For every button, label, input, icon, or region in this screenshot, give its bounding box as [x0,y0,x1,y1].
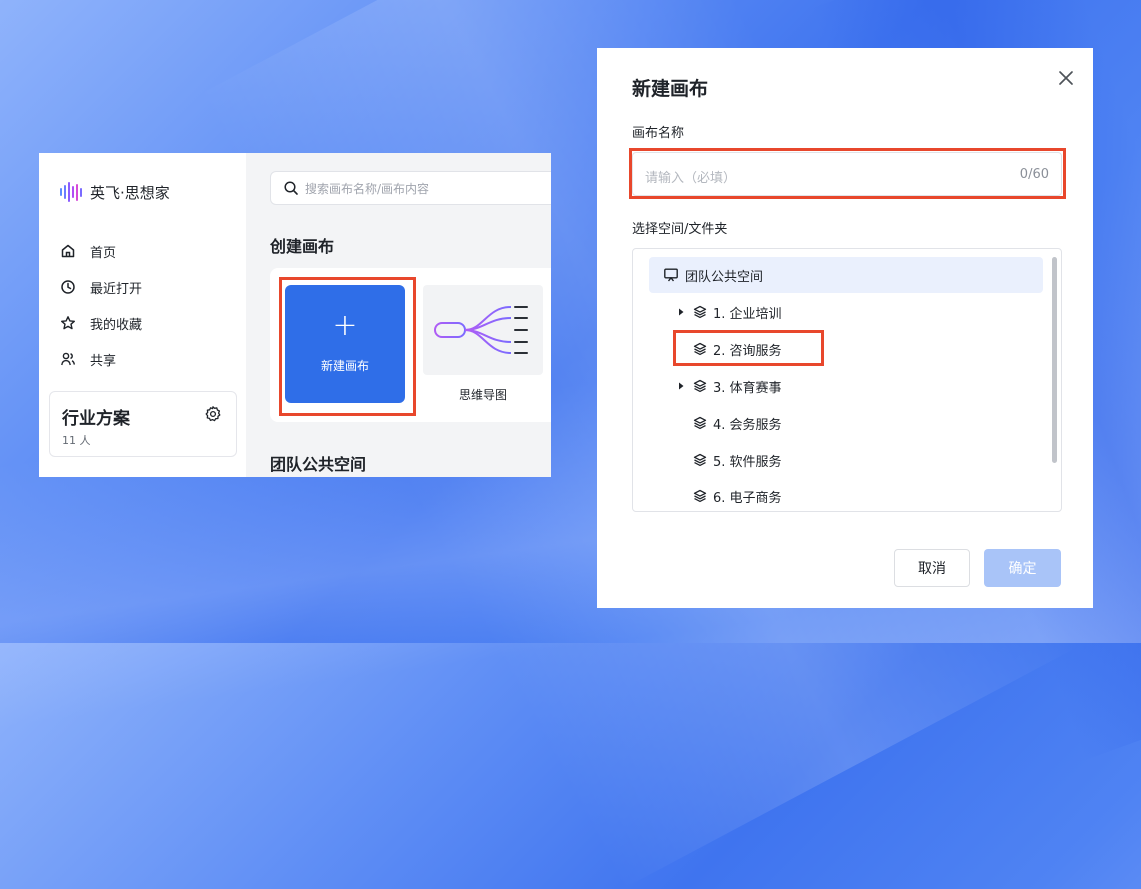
tree-item-label: 6. 电子商务 [713,490,782,506]
search-box[interactable]: 搜索画布名称/画布内容 [270,171,551,205]
home-icon [60,243,76,259]
canvas-name-placeholder: 请输入（必填） [645,171,737,186]
tree-root-label: 团队公共空间 [685,269,764,285]
tree-item-label: 4. 会务服务 [713,417,782,433]
tree-scrollbar[interactable] [1052,257,1057,463]
mindmap-label: 思维导图 [458,388,507,402]
char-counter: 0/60 [1019,167,1049,182]
create-canvas-area: + 新建画布 思维导图 [270,268,551,422]
sidebar-item-shared[interactable]: 共享 [60,341,142,377]
tree-item[interactable]: 5. 软件服务 [693,450,782,470]
layers-icon [693,379,707,393]
team-space-section-title: 团队公共空间 [270,455,367,474]
layers-icon [693,305,707,319]
sidebar: 英飞·思想家 首页 最近打开 我的收藏 共享 行业方案 11 人 [39,153,246,477]
confirm-button[interactable]: 确定 [984,549,1061,587]
share-users-icon [60,351,76,367]
sidebar-item-recent[interactable]: 最近打开 [60,269,142,305]
dialog-title: 新建画布 [632,78,709,100]
star-icon [60,315,76,331]
brand-name: 英飞·思想家 [90,183,170,202]
team-member-count: 11 人 [62,434,91,447]
team-name: 行业方案 [62,409,130,429]
caret-right-icon[interactable] [677,382,685,390]
sidebar-item-label: 共享 [90,353,117,369]
caret-right-icon[interactable] [677,308,685,316]
brand-logo-icon [60,181,82,203]
app-window: 英飞·思想家 首页 最近打开 我的收藏 共享 行业方案 11 人 搜索画布名称/… [39,153,551,477]
clock-icon [60,279,76,295]
mindmap-template-card[interactable] [423,285,543,375]
create-section-title: 创建画布 [270,237,335,256]
brand: 英飞·思想家 [60,181,170,203]
cancel-button[interactable]: 取消 [894,549,970,587]
new-canvas-label: 新建画布 [320,359,369,373]
folder-tree: 团队公共空间 1. 企业培训 2. 咨询服务 3. 体育赛事 4. 会务服务 5… [632,248,1062,512]
sidebar-item-favorites[interactable]: 我的收藏 [60,305,142,341]
sidebar-item-label: 最近打开 [90,281,143,297]
gear-icon[interactable] [204,405,222,423]
name-field-label: 画布名称 [632,126,685,141]
new-canvas-button[interactable]: + 新建画布 [285,285,405,403]
sidebar-item-label: 首页 [90,245,117,261]
tree-item-label: 3. 体育赛事 [713,380,782,396]
main-content: 搜索画布名称/画布内容 创建画布 + 新建画布 思维导图 团队公共空间 [246,153,551,477]
tree-item-label: 1. 企业培训 [713,306,782,322]
tree-item-label: 2. 咨询服务 [713,343,782,359]
tree-item[interactable]: 2. 咨询服务 [693,339,782,359]
tree-item[interactable]: 1. 企业培训 [677,302,782,322]
layers-icon [693,453,707,467]
canvas-name-input[interactable]: 请输入（必填） 0/60 [632,152,1062,196]
layers-icon [693,489,707,503]
search-input[interactable]: 搜索画布名称/画布内容 [305,180,429,197]
mindmap-icon [434,306,528,354]
space-field-label: 选择空间/文件夹 [632,222,728,237]
plus-icon: + [332,308,358,343]
new-canvas-dialog: 新建画布 画布名称 请输入（必填） 0/60 选择空间/文件夹 团队公共空间 1… [597,48,1093,608]
whiteboard-icon [663,267,679,283]
close-icon[interactable] [1058,70,1074,86]
search-icon [283,180,299,196]
sidebar-item-label: 我的收藏 [90,317,143,333]
team-card[interactable]: 行业方案 11 人 [49,391,237,457]
tree-item[interactable]: 3. 体育赛事 [677,376,782,396]
layers-icon [693,416,707,430]
layers-icon [693,342,707,356]
tree-item[interactable]: 6. 电子商务 [693,486,782,506]
sidebar-item-home[interactable]: 首页 [60,233,142,269]
tree-item[interactable]: 4. 会务服务 [693,413,782,433]
tree-root-team-space[interactable]: 团队公共空间 [649,257,1043,293]
tree-item-label: 5. 软件服务 [713,454,782,470]
sidebar-nav: 首页 最近打开 我的收藏 共享 [60,233,142,377]
